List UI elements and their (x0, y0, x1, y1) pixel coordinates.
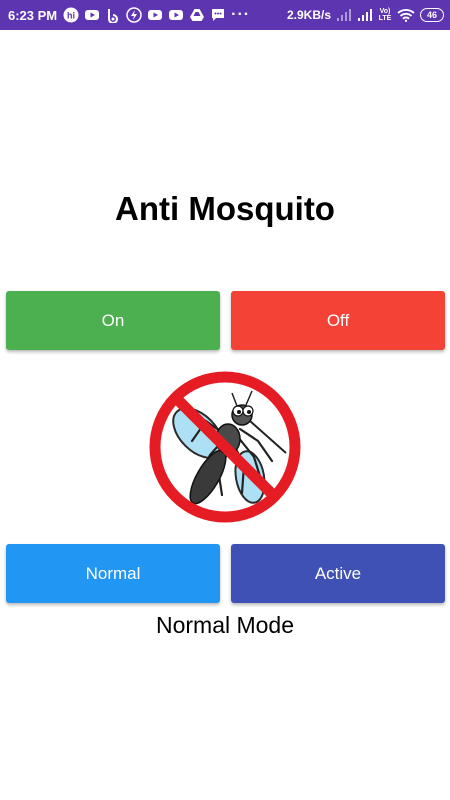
battery-icon: 46 (420, 8, 444, 22)
no-mosquito-icon (140, 365, 310, 530)
app-screen: 6:23 PM hi ··· 2.9KB/s Vo) LTE 46 Anti M… (0, 0, 450, 800)
signal-icon (336, 8, 352, 22)
off-button[interactable]: Off (231, 291, 445, 350)
youtube-icon (168, 7, 184, 23)
network-speed: 2.9KB/s (286, 8, 331, 22)
battery-level: 46 (426, 10, 437, 20)
signal-icon (357, 8, 373, 22)
drive-icon (189, 7, 205, 23)
volte-top: Vo) (379, 8, 391, 15)
mode-status-label: Normal Mode (155, 612, 295, 638)
lightning-icon (126, 7, 142, 23)
more-notifications-icon: ··· (231, 6, 251, 23)
notification-icons: hi ··· (63, 6, 250, 24)
status-right: 2.9KB/s Vo) LTE 46 (287, 8, 444, 22)
status-bar: 6:23 PM hi ··· 2.9KB/s Vo) LTE 46 (0, 0, 450, 30)
active-mode-button[interactable]: Active (231, 544, 445, 603)
chat-icon (210, 7, 226, 23)
volte-bottom: LTE (378, 15, 392, 22)
youtube-icon (147, 7, 163, 23)
normal-mode-button[interactable]: Normal (6, 544, 220, 603)
on-button[interactable]: On (6, 291, 220, 350)
status-time: 6:23 PM (8, 7, 58, 23)
svg-text:hi: hi (67, 11, 75, 21)
wifi-icon (397, 8, 415, 22)
b-icon (105, 7, 121, 23)
volte-icon: Vo) LTE (378, 8, 392, 22)
hi-icon: hi (63, 7, 79, 23)
youtube-icon (84, 7, 100, 23)
page-title: Anti Mosquito (115, 190, 335, 227)
